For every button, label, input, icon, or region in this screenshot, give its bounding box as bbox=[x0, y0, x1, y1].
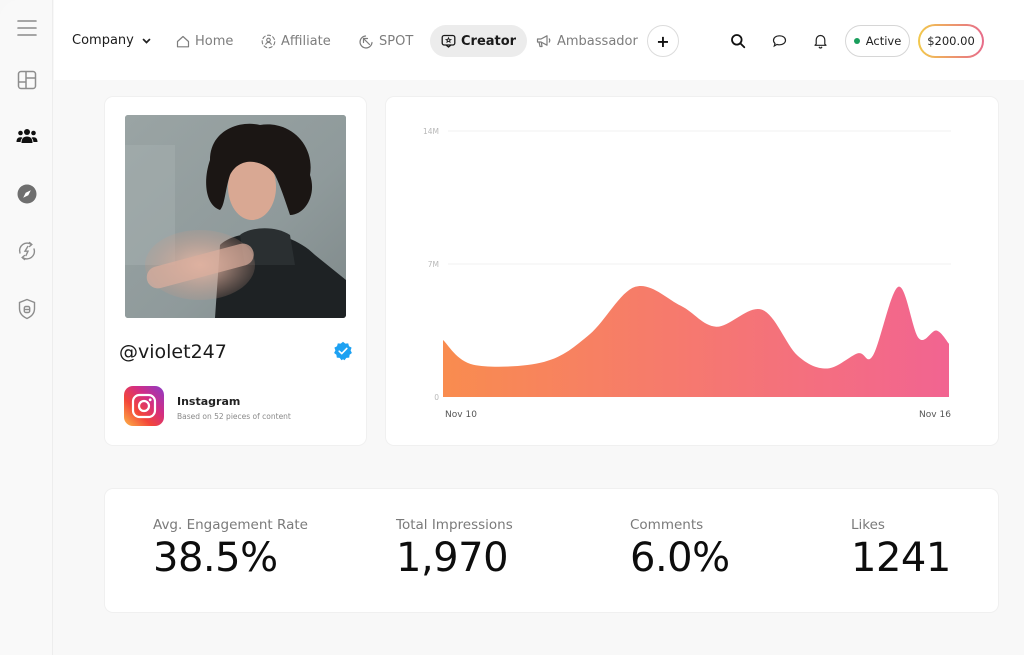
top-bar: Company Home Affiliate SPOT Creator Amba… bbox=[54, 0, 1024, 80]
creator-icon bbox=[441, 34, 456, 48]
x-tick-label: Nov 16 bbox=[919, 410, 951, 420]
tab-ambassador[interactable]: Ambassador bbox=[525, 25, 649, 57]
search-icon[interactable] bbox=[729, 32, 747, 50]
verified-badge-icon bbox=[333, 341, 353, 361]
impressions-chart: 0 7M 14M Nov 10 Nov 16 bbox=[423, 127, 951, 420]
affiliate-icon bbox=[261, 34, 276, 48]
creator-handle: @violet247 bbox=[119, 341, 227, 363]
y-tick-label: 7M bbox=[428, 260, 439, 269]
platform-note: Based on 52 pieces of content bbox=[177, 412, 291, 421]
layout-icon[interactable] bbox=[14, 67, 40, 93]
chart-area-series bbox=[443, 285, 949, 397]
y-tick-label: 0 bbox=[434, 393, 439, 402]
stat-comments: Comments 6.0% bbox=[630, 517, 730, 581]
megaphone-icon bbox=[536, 35, 551, 48]
stat-engagement-rate: Avg. Engagement Rate 38.5% bbox=[153, 517, 308, 581]
spot-icon bbox=[359, 34, 373, 49]
stat-likes: Likes 1241 bbox=[851, 517, 951, 581]
stat-label: Likes bbox=[851, 517, 885, 533]
status-dot bbox=[853, 38, 860, 44]
sidebar bbox=[0, 0, 53, 655]
tab-spot-label: SPOT bbox=[379, 33, 414, 49]
add-tab-label: + bbox=[656, 31, 670, 51]
impressions-chart-card: 0 7M 14M Nov 10 Nov 16 bbox=[386, 97, 998, 445]
stats-card: Avg. Engagement Rate 38.5% Total Impress… bbox=[105, 489, 998, 612]
add-tab-button[interactable]: + bbox=[647, 25, 679, 57]
instagram-icon bbox=[124, 386, 164, 426]
tab-affiliate[interactable]: Affiliate bbox=[250, 25, 342, 57]
menu-icon[interactable] bbox=[14, 15, 40, 41]
app-window: Company Home Affiliate SPOT Creator Amba… bbox=[0, 0, 1024, 655]
balance-amount: $200.00 bbox=[927, 34, 975, 48]
x-tick-label: Nov 10 bbox=[445, 410, 477, 420]
stat-value: 1241 bbox=[851, 535, 951, 581]
status-badge[interactable]: Active bbox=[845, 25, 910, 57]
stat-total-impressions: Total Impressions 1,970 bbox=[396, 517, 513, 581]
stat-value: 1,970 bbox=[396, 535, 509, 581]
creator-photo bbox=[125, 115, 346, 318]
company-label: Company bbox=[72, 33, 134, 48]
status-label: Active bbox=[865, 34, 902, 48]
chat-icon[interactable] bbox=[770, 32, 788, 50]
platform-name: Instagram bbox=[177, 395, 241, 408]
tab-home[interactable]: Home bbox=[165, 25, 244, 57]
creator-profile-card: @violet247 Instagram Based on 52 pieces … bbox=[105, 97, 366, 445]
tab-ambassador-label: Ambassador bbox=[557, 33, 638, 49]
shield-icon[interactable] bbox=[14, 296, 40, 322]
stat-value: 6.0% bbox=[630, 535, 730, 581]
chevron-down-icon bbox=[142, 38, 151, 44]
stat-label: Avg. Engagement Rate bbox=[153, 517, 308, 533]
tab-affiliate-label: Affiliate bbox=[281, 33, 331, 49]
tab-spot[interactable]: SPOT bbox=[348, 25, 424, 57]
sync-bolt-icon[interactable] bbox=[14, 238, 40, 264]
tab-creator-label: Creator bbox=[461, 33, 517, 49]
compass-icon[interactable] bbox=[14, 181, 40, 207]
stat-label: Comments bbox=[630, 517, 704, 533]
stat-label: Total Impressions bbox=[396, 517, 513, 533]
tab-home-label: Home bbox=[195, 33, 234, 49]
company-dropdown[interactable]: Company bbox=[72, 33, 151, 48]
stat-value: 38.5% bbox=[153, 535, 278, 581]
balance-button[interactable]: $200.00 bbox=[918, 24, 984, 58]
bell-icon[interactable] bbox=[811, 32, 829, 50]
users-icon[interactable] bbox=[14, 123, 40, 149]
home-icon bbox=[176, 35, 190, 47]
y-tick-label: 14M bbox=[423, 127, 439, 136]
tab-creator[interactable]: Creator bbox=[430, 25, 528, 57]
